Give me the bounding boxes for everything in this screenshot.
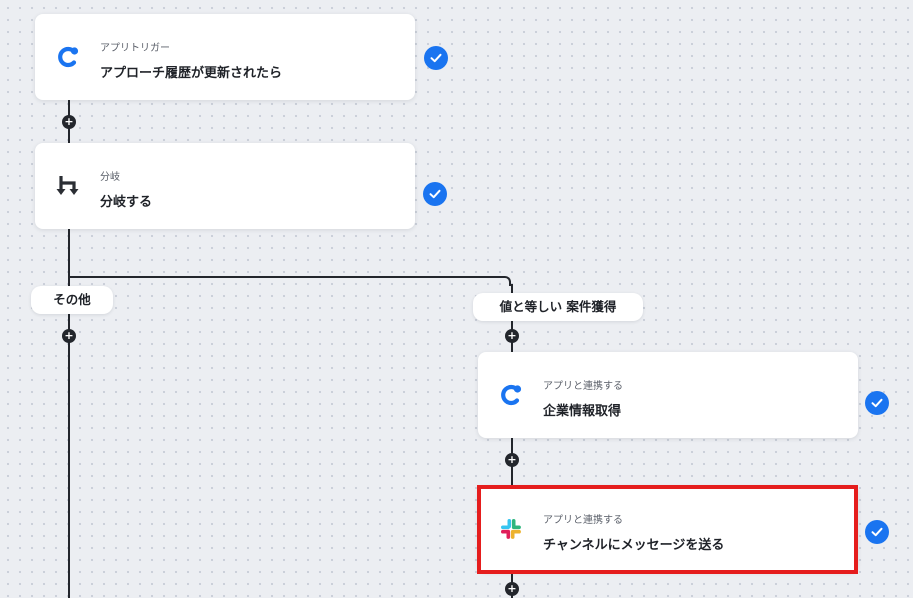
branch-connector (69, 276, 511, 286)
branch-label-other[interactable]: その他 (31, 286, 113, 314)
step-category: アプリと連携する (543, 381, 623, 392)
completed-check-icon (865, 391, 889, 415)
workflow-canvas: + + + + + アプリトリガー アプローチ履歴が更新されたら 分岐 分岐する (0, 0, 913, 598)
branch-icon (55, 173, 81, 199)
app-logo-icon (498, 382, 524, 408)
slack-icon (498, 516, 524, 542)
step-card-branch[interactable]: 分岐 分岐する (35, 143, 415, 229)
completed-check-icon (423, 182, 447, 206)
step-card-app-trigger[interactable]: アプリトリガー アプローチ履歴が更新されたら (35, 14, 415, 100)
step-title: 分岐する (100, 195, 153, 210)
add-step-button[interactable]: + (505, 329, 519, 343)
app-trigger-logo-icon (55, 44, 81, 70)
step-card-company-info[interactable]: アプリと連携する 企業情報取得 (478, 352, 858, 438)
branch-label-condition[interactable]: 値と等しい 案件獲得 (473, 293, 643, 321)
step-category: 分岐 (100, 172, 120, 183)
completed-check-icon (424, 46, 448, 70)
step-category: アプリトリガー (100, 43, 170, 54)
add-step-button[interactable]: + (505, 453, 519, 467)
step-title: 企業情報取得 (543, 404, 622, 419)
step-title: アプローチ履歴が更新されたら (100, 66, 283, 81)
completed-check-icon (865, 520, 889, 544)
step-card-send-message[interactable]: アプリと連携する チャンネルにメッセージを送る (478, 486, 858, 572)
step-title: チャンネルにメッセージを送る (543, 538, 725, 553)
add-step-button[interactable]: + (62, 329, 76, 343)
add-step-button[interactable]: + (505, 582, 519, 596)
add-step-button[interactable]: + (62, 115, 76, 129)
step-category: アプリと連携する (543, 515, 623, 526)
